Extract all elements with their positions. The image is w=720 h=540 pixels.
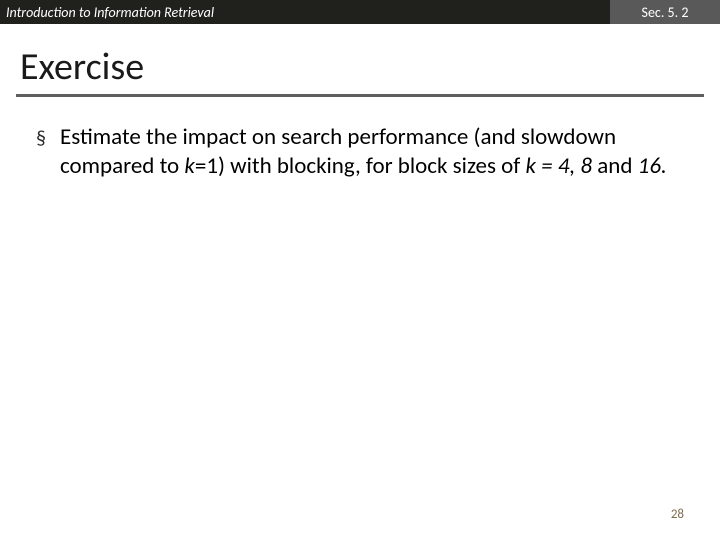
bullet-item: § Estimate the impact on search performa… (36, 123, 684, 181)
slide-title: Exercise (20, 44, 720, 90)
bullet-text-kvals-var: k (526, 152, 536, 180)
bullet-text-k1-var: k (184, 152, 194, 180)
bullet-marker: § (36, 123, 60, 152)
slide-body: § Estimate the impact on search performa… (36, 123, 684, 181)
title-underline (16, 94, 704, 97)
bullet-text-and: and (597, 152, 637, 180)
bullet-text-kvals: = 4, 8 (536, 152, 597, 180)
bullet-text-16: 16. (638, 152, 667, 180)
section-label: Sec. 5. 2 (610, 0, 720, 24)
header-bar: Introduction to Information Retrieval Se… (0, 0, 720, 24)
bullet-text-k1-eq: =1) with blocking, for block sizes of (195, 152, 526, 180)
page-number: 28 (671, 507, 684, 522)
course-title: Introduction to Information Retrieval (0, 0, 610, 24)
bullet-text: Estimate the impact on search performanc… (60, 123, 684, 181)
